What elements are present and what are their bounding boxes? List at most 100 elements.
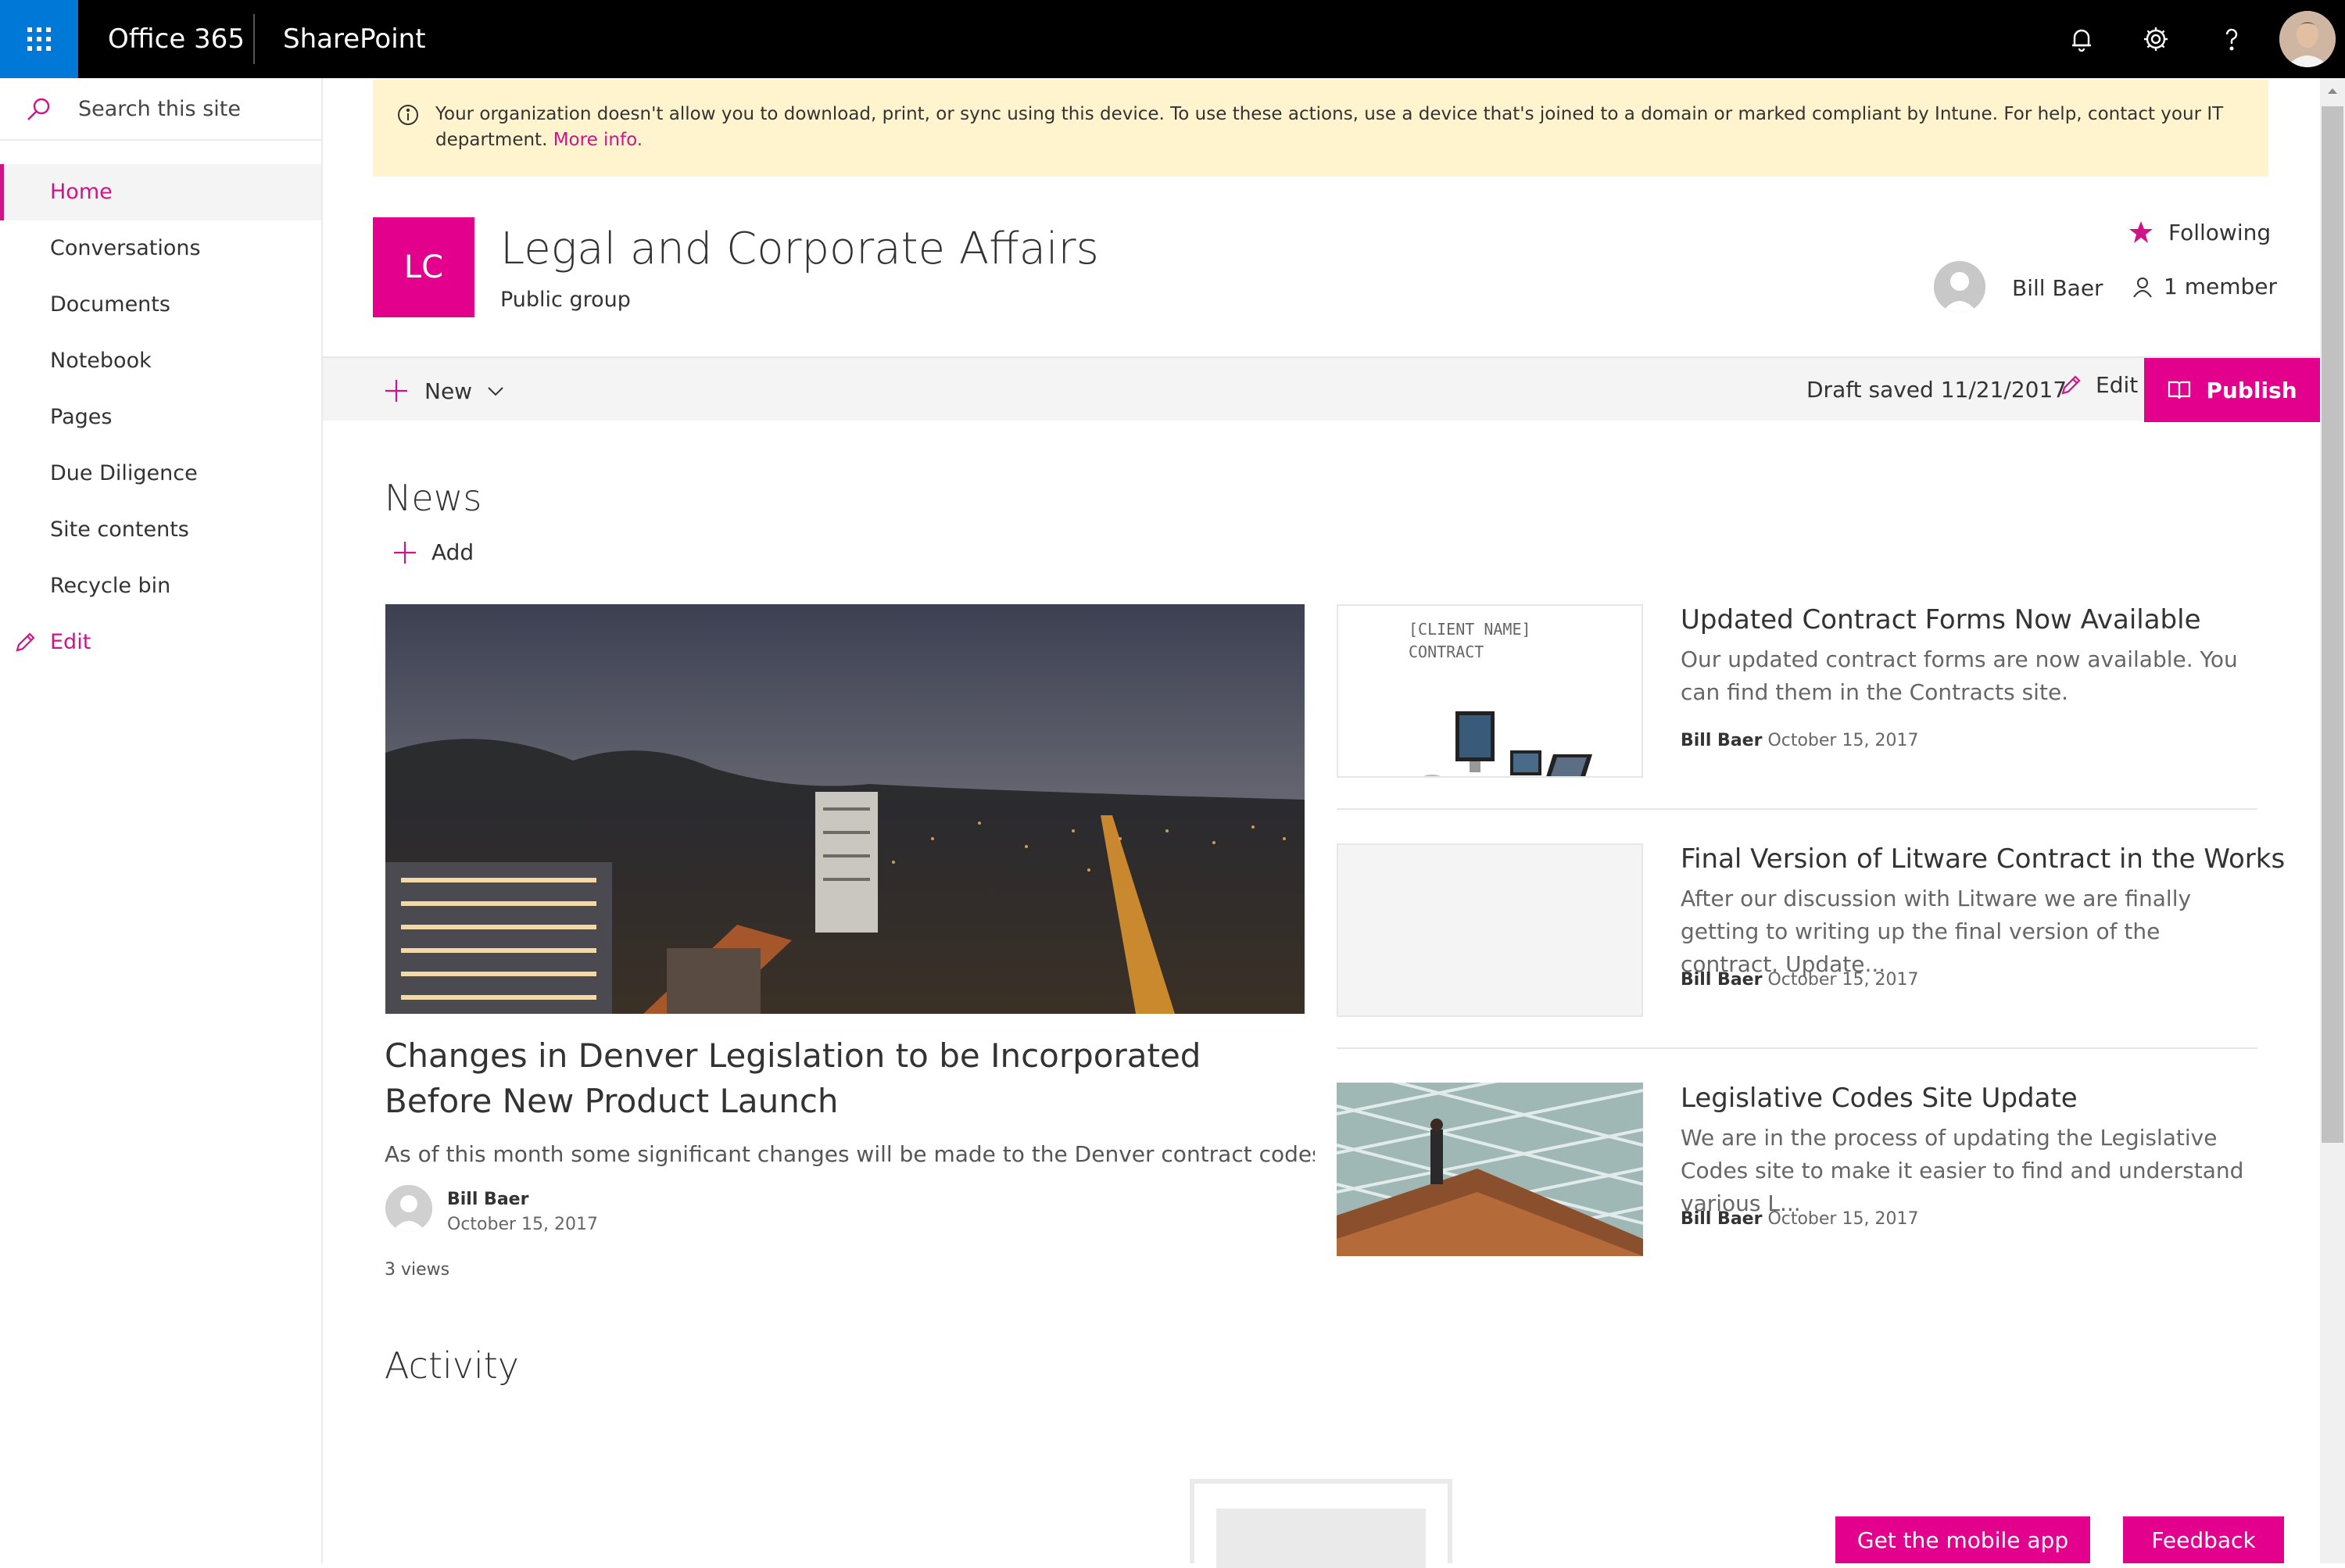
sharepoint-link[interactable]: SharePoint [283, 0, 426, 78]
news-item-description: Our updated contract forms are now avail… [1681, 646, 2238, 705]
pencil-icon [16, 632, 35, 652]
more-info-link[interactable]: More info. [553, 130, 643, 150]
search-placeholder: Search this site [78, 96, 241, 121]
hero-news-title[interactable]: Changes in Denver Legislation to be Inco… [385, 1033, 1307, 1124]
nav-item-site-contents[interactable]: Site contents [0, 502, 321, 558]
publish-label: Publish [2206, 377, 2297, 403]
policy-banner: Your organization doesn't allow you to d… [373, 80, 2268, 177]
office365-link[interactable]: Office 365 [108, 0, 245, 78]
person-icon [2133, 277, 2152, 298]
news-item-date: October 15, 2017 [1767, 731, 1919, 750]
news-item-author[interactable]: Bill Baer [1681, 731, 1762, 750]
news-divider [1337, 1047, 2257, 1049]
news-item[interactable]: Legislative Codes Site Update We are in … [1337, 1083, 2259, 1301]
nav-item-pages[interactable]: Pages [0, 389, 321, 446]
user-avatar[interactable] [2279, 11, 2336, 67]
star-icon [2129, 221, 2153, 243]
nav-item-conversations[interactable]: Conversations [0, 220, 321, 277]
book-icon [2168, 381, 2191, 399]
news-item-title[interactable]: Final Version of Litware Contract in the… [1681, 843, 2285, 875]
nav-item-notebook[interactable]: Notebook [0, 333, 321, 389]
edit-button[interactable]: Edit [2058, 372, 2138, 398]
suite-bar: Office 365 SharePoint [0, 0, 2345, 78]
owner-avatar[interactable] [1934, 261, 1985, 313]
owner-name[interactable]: Bill Baer [2012, 275, 2103, 301]
site-title[interactable]: Legal and Corporate Affairs [500, 224, 1099, 274]
app-launcher-button[interactable] [0, 0, 78, 78]
news-item-title[interactable]: Updated Contract Forms Now Available [1681, 604, 2201, 635]
devices-illustration [1423, 711, 1592, 776]
help-icon [2225, 28, 2238, 51]
news-thumbnail [1337, 1083, 1643, 1256]
vertical-scrollbar[interactable] [2320, 78, 2345, 1563]
news-add-label: Add [431, 539, 474, 565]
settings-button[interactable] [2136, 20, 2175, 59]
waffle-icon [27, 27, 51, 51]
members-button[interactable]: 1 member [2131, 274, 2277, 299]
help-button[interactable] [2212, 20, 2251, 59]
feedback-button[interactable]: Feedback [2123, 1516, 2284, 1563]
news-add-button[interactable]: Add [392, 539, 474, 565]
person-placeholder-icon [385, 1185, 432, 1232]
nav-edit-link[interactable]: Edit [0, 614, 321, 671]
plus-icon [385, 380, 407, 402]
news-item-date: October 15, 2017 [1767, 1209, 1919, 1229]
hero-date: October 15, 2017 [447, 1215, 599, 1234]
chevron-down-icon [488, 387, 503, 396]
site-search-box[interactable]: Search this site [0, 78, 321, 141]
news-heading: News [385, 477, 482, 519]
nav-item-due-diligence[interactable]: Due Diligence [0, 446, 321, 502]
library-interior-image [1337, 1083, 1643, 1256]
person-placeholder-icon [1934, 261, 1985, 313]
news-item-author[interactable]: Bill Baer [1681, 1209, 1762, 1229]
site-subtitle: Public group [500, 288, 631, 312]
site-logo[interactable]: LC [373, 217, 474, 317]
search-icon [27, 98, 50, 120]
scrollbar-thumb[interactable] [2322, 106, 2343, 1143]
news-item-meta: Bill Baer October 15, 2017 [1681, 731, 1918, 750]
news-item-meta: Bill Baer October 15, 2017 [1681, 1209, 1918, 1229]
news-item[interactable]: Final Version of Litware Contract in the… [1337, 843, 2285, 1062]
chevron-up-icon [2328, 88, 2337, 94]
new-label: New [424, 378, 473, 404]
nav-edit-label: Edit [50, 630, 91, 654]
nav-item-recycle-bin[interactable]: Recycle bin [0, 558, 321, 614]
members-label: 1 member [2164, 274, 2278, 299]
nav-item-home[interactable]: Home [0, 164, 321, 220]
publish-button[interactable]: Publish [2144, 358, 2320, 422]
get-mobile-app-button[interactable]: Get the mobile app [1835, 1516, 2090, 1563]
left-navigation: Search this site Home Conversations Docu… [0, 78, 323, 1563]
new-button[interactable]: New [384, 374, 505, 408]
hero-news-image[interactable] [385, 604, 1305, 1014]
user-photo-icon [2279, 11, 2336, 67]
news-item[interactable]: [CLIENT NAME] CONTRACT Updated Contract … [1337, 604, 2259, 823]
pencil-icon [2061, 374, 2081, 395]
hero-author-name[interactable]: Bill Baer [447, 1190, 528, 1209]
news-item-meta: Bill Baer October 15, 2017 [1681, 970, 1918, 990]
news-item-title[interactable]: Legislative Codes Site Update [1681, 1083, 2078, 1114]
news-thumbnail-placeholder [1337, 843, 1643, 1017]
following-button[interactable]: Following [2128, 219, 2271, 245]
activity-heading: Activity [385, 1344, 520, 1387]
scroll-up-arrow[interactable] [2320, 78, 2345, 103]
news-item-date: October 15, 2017 [1767, 970, 1919, 990]
news-divider [1337, 808, 2257, 810]
nav-item-documents[interactable]: Documents [0, 277, 321, 333]
plus-icon [394, 541, 416, 564]
banner-message: Your organization doesn't allow you to d… [435, 104, 2224, 150]
hero-views: 3 views [385, 1260, 450, 1280]
info-icon [398, 105, 418, 125]
city-night-image [385, 604, 1305, 1014]
notifications-button[interactable] [2062, 20, 2101, 59]
following-label: Following [2168, 219, 2272, 245]
hero-author-avatar [385, 1185, 432, 1232]
hero-news-description: As of this month some significant change… [385, 1141, 1315, 1167]
news-item-author[interactable]: Bill Baer [1681, 970, 1762, 990]
command-bar: New Draft saved 11/21/2017 Edit Publish [323, 356, 2320, 422]
draft-status: Draft saved 11/21/2017 [1806, 377, 2068, 403]
edit-label: Edit [2096, 372, 2139, 398]
news-item-description: We are in the process of updating the Le… [1681, 1125, 2244, 1216]
suite-divider [253, 14, 255, 64]
bell-icon [2072, 29, 2091, 52]
news-thumbnail: [CLIENT NAME] CONTRACT [1337, 604, 1643, 778]
